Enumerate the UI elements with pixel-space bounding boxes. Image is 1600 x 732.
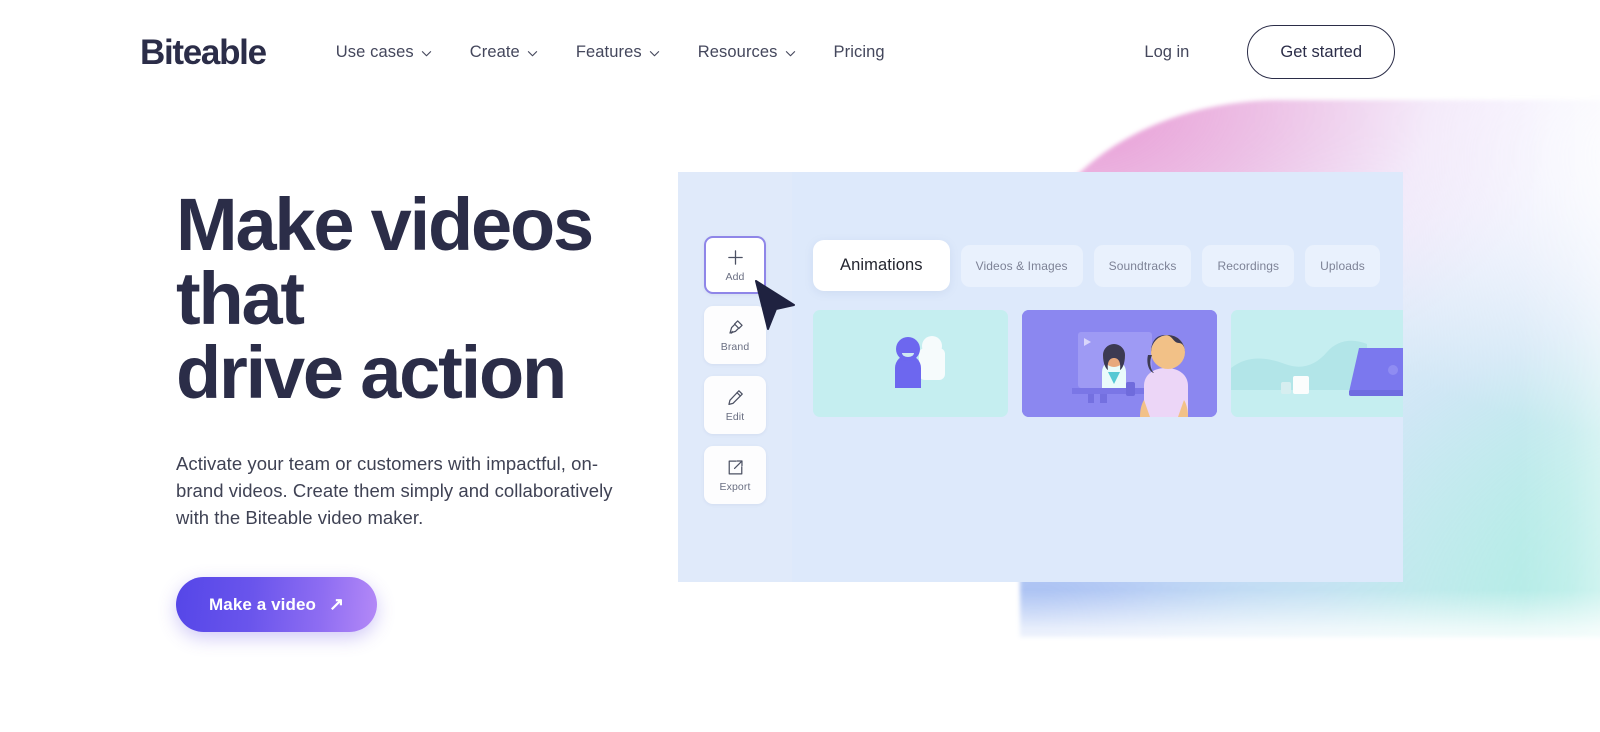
tab-animations[interactable]: Animations xyxy=(813,240,950,291)
share-export-icon xyxy=(726,458,745,477)
mock-main-panel: Animations Videos & Images Soundtracks R… xyxy=(792,172,1403,582)
brand-logo[interactable]: Biteable xyxy=(140,35,267,70)
make-a-video-button[interactable]: Make a video ↗ xyxy=(176,577,378,633)
nav-item-resources[interactable]: Resources xyxy=(698,43,796,62)
mock-sidebar: Add Brand Edit Export xyxy=(678,172,792,582)
nav-item-label: Resources xyxy=(697,42,778,61)
hero-subtitle: Activate your team or customers with imp… xyxy=(176,453,613,528)
laptop-illustration xyxy=(1231,310,1403,417)
cta-label: Make a video xyxy=(209,594,317,614)
avatars-illustration xyxy=(895,336,945,388)
nav-item-label: Pricing xyxy=(833,42,885,61)
page-title: Make videos that drive action xyxy=(176,183,594,414)
chevron-down-icon xyxy=(785,48,796,59)
nav-item-label: Create xyxy=(469,42,520,61)
nav-item-label: Features xyxy=(575,42,642,61)
sidebar-item-brand[interactable]: Brand xyxy=(704,306,766,364)
sidebar-item-label: Export xyxy=(719,480,751,493)
chevron-down-icon xyxy=(421,48,432,59)
gradient-blob-right-fade xyxy=(1520,90,1600,650)
sidebar-item-label: Add xyxy=(725,270,745,283)
main-navigation: Use cases Create Features Resources Pric xyxy=(336,43,885,62)
nav-item-create[interactable]: Create xyxy=(470,43,538,62)
tab-soundtracks[interactable]: Soundtracks xyxy=(1093,244,1192,287)
sidebar-item-export[interactable]: Export xyxy=(704,446,766,504)
nav-item-pricing[interactable]: Pricing xyxy=(834,43,885,62)
tab-videos-and-images[interactable]: Videos & Images xyxy=(960,244,1083,287)
sidebar-item-label: Brand xyxy=(720,340,750,353)
get-started-button[interactable]: Get started xyxy=(1247,25,1395,79)
arrow-up-right-icon: ↗ xyxy=(329,593,345,614)
login-link[interactable]: Log in xyxy=(1144,43,1189,62)
nav-item-label: Use cases xyxy=(335,42,414,61)
chevron-down-icon xyxy=(649,48,660,59)
paint-roller-icon xyxy=(726,318,745,337)
video-call-illustration xyxy=(1022,310,1217,417)
sidebar-item-label: Edit xyxy=(725,410,745,423)
plus-icon xyxy=(726,248,745,267)
media-tab-bar: Animations Videos & Images Soundtracks R… xyxy=(792,240,1403,291)
sidebar-item-add[interactable]: Add xyxy=(704,236,766,294)
sidebar-item-edit[interactable]: Edit xyxy=(704,376,766,434)
site-header: Biteable Use cases Create Features Resou… xyxy=(0,0,1600,104)
tab-uploads[interactable]: Uploads xyxy=(1305,244,1380,287)
gradient-blob-bottom-fade xyxy=(1000,590,1600,670)
nav-item-use-cases[interactable]: Use cases xyxy=(336,43,432,62)
chevron-down-icon xyxy=(527,48,538,59)
media-card-grid xyxy=(792,310,1403,417)
pencil-icon xyxy=(726,388,745,407)
app-preview-mockup: Add Brand Edit Export Animations Videos … xyxy=(678,172,1403,582)
hero-section: Make videos that drive action Activate y… xyxy=(176,183,646,633)
tab-recordings[interactable]: Recordings xyxy=(1202,244,1295,287)
two-people-avatars-thumbnail[interactable] xyxy=(813,310,1008,417)
nav-item-features[interactable]: Features xyxy=(576,43,660,62)
laptop-desk-illustration-thumbnail[interactable] xyxy=(1231,310,1403,417)
header-actions: Log in Get started xyxy=(1144,25,1395,79)
video-call-illustration-thumbnail[interactable] xyxy=(1022,310,1217,417)
